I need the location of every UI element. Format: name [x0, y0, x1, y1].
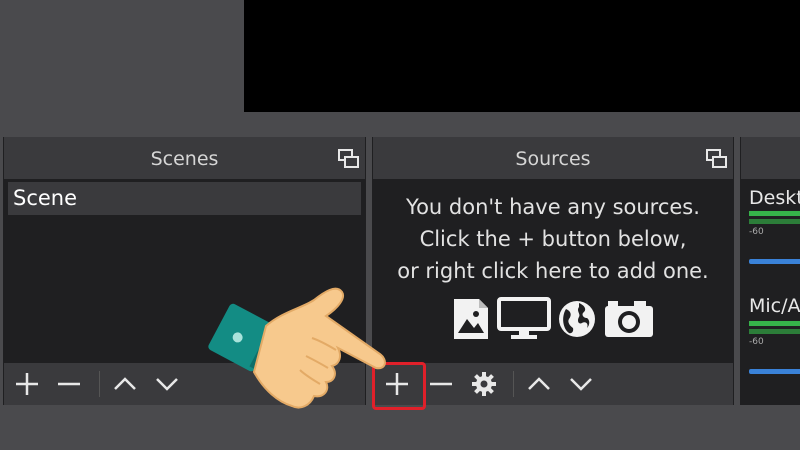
mixer-body: Deskt -60 Mic/A -60 — [741, 179, 800, 405]
empty-message-line: You don't have any sources. — [406, 195, 700, 219]
meter-tick-label: -60 — [749, 337, 764, 347]
source-type-icons — [451, 297, 655, 341]
move-source-down-button[interactable] — [565, 369, 597, 399]
remove-source-button[interactable] — [425, 369, 457, 399]
toolbar-separator — [99, 371, 100, 397]
empty-sources-message: You don't have any sources. Click the + … — [373, 191, 733, 287]
sources-toolbar — [373, 363, 733, 405]
sources-dock: Sources You don't have any sources. Clic… — [372, 137, 734, 405]
add-scene-button[interactable] — [12, 369, 42, 399]
audio-meter — [749, 211, 800, 216]
source-properties-button[interactable] — [468, 369, 500, 399]
volume-slider[interactable] — [749, 369, 800, 374]
chevron-up-icon — [114, 377, 136, 390]
preview-canvas — [244, 0, 800, 112]
plus-icon — [16, 373, 38, 395]
audio-meter — [749, 219, 800, 224]
minus-icon — [58, 382, 80, 386]
minus-icon — [430, 382, 452, 386]
mixer-channel-label: Mic/A — [749, 295, 800, 317]
audio-mixer-dock: Deskt -60 Mic/A -60 — [740, 137, 800, 405]
mixer-title-bar — [741, 137, 800, 179]
meter-tick-label: -60 — [749, 227, 764, 237]
move-source-up-button[interactable] — [523, 369, 555, 399]
monitor-icon — [497, 297, 551, 339]
chevron-down-icon — [570, 378, 592, 391]
scene-list-item[interactable]: Scene — [8, 182, 361, 215]
mixer-channel-label: Deskt — [749, 187, 800, 209]
audio-meter — [749, 329, 800, 334]
move-scene-up-button[interactable] — [110, 369, 140, 399]
pointing-hand-icon — [208, 287, 386, 409]
sources-title: Sources — [373, 137, 733, 179]
globe-icon — [559, 301, 595, 337]
audio-meter — [749, 321, 800, 326]
float-dock-icon[interactable] — [706, 149, 728, 169]
chevron-down-icon — [156, 378, 178, 391]
image-icon — [454, 299, 488, 339]
empty-message-line: or right click here to add one. — [397, 259, 709, 283]
move-scene-down-button[interactable] — [152, 369, 182, 399]
chevron-up-icon — [528, 377, 550, 390]
camera-icon — [605, 301, 653, 337]
sources-list[interactable]: You don't have any sources. Click the + … — [373, 179, 733, 363]
remove-scene-button[interactable] — [54, 369, 84, 399]
empty-message-line: Click the + button below, — [419, 227, 687, 251]
toolbar-separator — [513, 371, 514, 397]
volume-slider[interactable] — [749, 259, 800, 264]
float-dock-icon[interactable] — [338, 149, 360, 169]
scenes-title: Scenes — [4, 137, 365, 179]
gear-icon — [472, 372, 496, 396]
